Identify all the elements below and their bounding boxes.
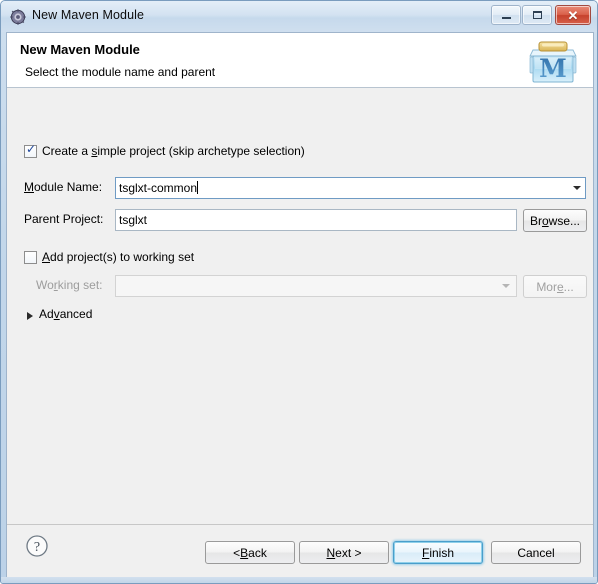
module-name-input[interactable]: tsglxt-common bbox=[115, 177, 586, 199]
browse-label-post: wse... bbox=[548, 213, 581, 228]
working-set-dropdown-button[interactable] bbox=[497, 276, 514, 296]
text-caret bbox=[197, 181, 199, 194]
page-title: New Maven Module bbox=[20, 42, 140, 57]
module-name-value: tsglxt-common bbox=[119, 181, 198, 195]
back-label-post: ack bbox=[248, 545, 267, 560]
more-label-mnemonic: e bbox=[556, 279, 564, 294]
working-set-combo[interactable] bbox=[115, 275, 517, 297]
working-set-label-pre: Wo bbox=[36, 278, 54, 292]
close-icon: ✕ bbox=[567, 7, 579, 23]
browse-label-pre: Br bbox=[529, 213, 542, 228]
simple-project-label: Create a simple project (skip archetype … bbox=[42, 144, 305, 158]
help-question-icon[interactable]: ? bbox=[25, 534, 49, 558]
wizard-header: New Maven Module Select the module name … bbox=[7, 33, 593, 88]
working-set-checkbox-label: Add project(s) to working set bbox=[42, 250, 194, 264]
chevron-down-icon bbox=[501, 284, 510, 288]
more-button[interactable]: Mor e... bbox=[523, 275, 587, 298]
module-name-label: Module Name: bbox=[24, 180, 102, 194]
more-label-post: ... bbox=[563, 279, 574, 294]
working-set-label-post: king set: bbox=[57, 278, 103, 292]
page-subtitle: Select the module name and parent bbox=[25, 65, 216, 79]
more-label-pre: Mor bbox=[536, 279, 557, 294]
parent-project-label: Parent Project: bbox=[24, 212, 104, 226]
title-bar[interactable]: New Maven Module ✕ bbox=[1, 1, 597, 32]
back-button[interactable]: < Back bbox=[205, 541, 295, 564]
simple-project-checkbox[interactable]: ✓ bbox=[24, 142, 37, 158]
working-set-checkbox-label-rest: dd project(s) to working set bbox=[50, 250, 195, 264]
wizard-footer: ? < Back Next > Finish Cancel bbox=[7, 524, 593, 579]
minimize-icon bbox=[501, 16, 511, 19]
triangle-right-icon[interactable] bbox=[27, 312, 33, 320]
close-button[interactable]: ✕ bbox=[555, 5, 591, 25]
minimize-button[interactable] bbox=[491, 5, 521, 25]
finish-label-mnemonic: F bbox=[421, 545, 430, 560]
finish-label-post: inish bbox=[429, 545, 455, 560]
wizard-body: ✓ Create a simple project (skip archetyp… bbox=[7, 89, 593, 524]
checkmark-icon: ✓ bbox=[26, 142, 37, 156]
window-bottom-border bbox=[1, 577, 597, 583]
svg-text:M: M bbox=[539, 54, 567, 83]
working-set-checkbox-label-mnemonic: A bbox=[42, 250, 51, 264]
browse-button[interactable]: Br o wse... bbox=[523, 209, 587, 232]
simple-project-label-post: imple project (skip archetype selection) bbox=[97, 144, 305, 158]
svg-text:?: ? bbox=[34, 540, 40, 555]
maven-wizard-icon bbox=[10, 9, 26, 25]
maximize-icon bbox=[532, 11, 542, 19]
finish-button[interactable]: Finish bbox=[393, 541, 483, 564]
next-label-mnemonic: N bbox=[326, 545, 336, 560]
working-set-label: Working set: bbox=[36, 278, 103, 292]
dialog-window: New Maven Module ✕ New Maven Module Sele… bbox=[0, 0, 598, 584]
next-label-post: ext > bbox=[335, 545, 362, 560]
module-name-label-rest: odule Name: bbox=[34, 180, 103, 194]
simple-project-label-pre: Create a bbox=[42, 144, 92, 158]
working-set-checkbox[interactable] bbox=[24, 251, 37, 264]
back-label-pre: < bbox=[233, 545, 241, 560]
parent-project-input[interactable]: tsglxt bbox=[115, 209, 517, 231]
advanced-section-label[interactable]: Advanced bbox=[39, 307, 92, 321]
browse-label-mnemonic: o bbox=[541, 213, 549, 228]
back-label-mnemonic: B bbox=[240, 545, 249, 560]
window-title: New Maven Module bbox=[32, 8, 145, 22]
maven-module-banner-icon: M bbox=[529, 41, 577, 83]
module-name-dropdown-button[interactable] bbox=[568, 178, 585, 198]
parent-project-value: tsglxt bbox=[119, 213, 148, 227]
maximize-button[interactable] bbox=[522, 5, 552, 25]
dialog-client-area: New Maven Module Select the module name … bbox=[6, 32, 594, 579]
next-button[interactable]: Next > bbox=[299, 541, 389, 564]
cancel-button[interactable]: Cancel bbox=[491, 541, 581, 564]
chevron-down-icon bbox=[572, 186, 581, 190]
module-name-label-mnemonic: M bbox=[24, 180, 34, 194]
advanced-label-post: anced bbox=[59, 307, 93, 321]
advanced-label-pre: Ad bbox=[39, 307, 54, 321]
